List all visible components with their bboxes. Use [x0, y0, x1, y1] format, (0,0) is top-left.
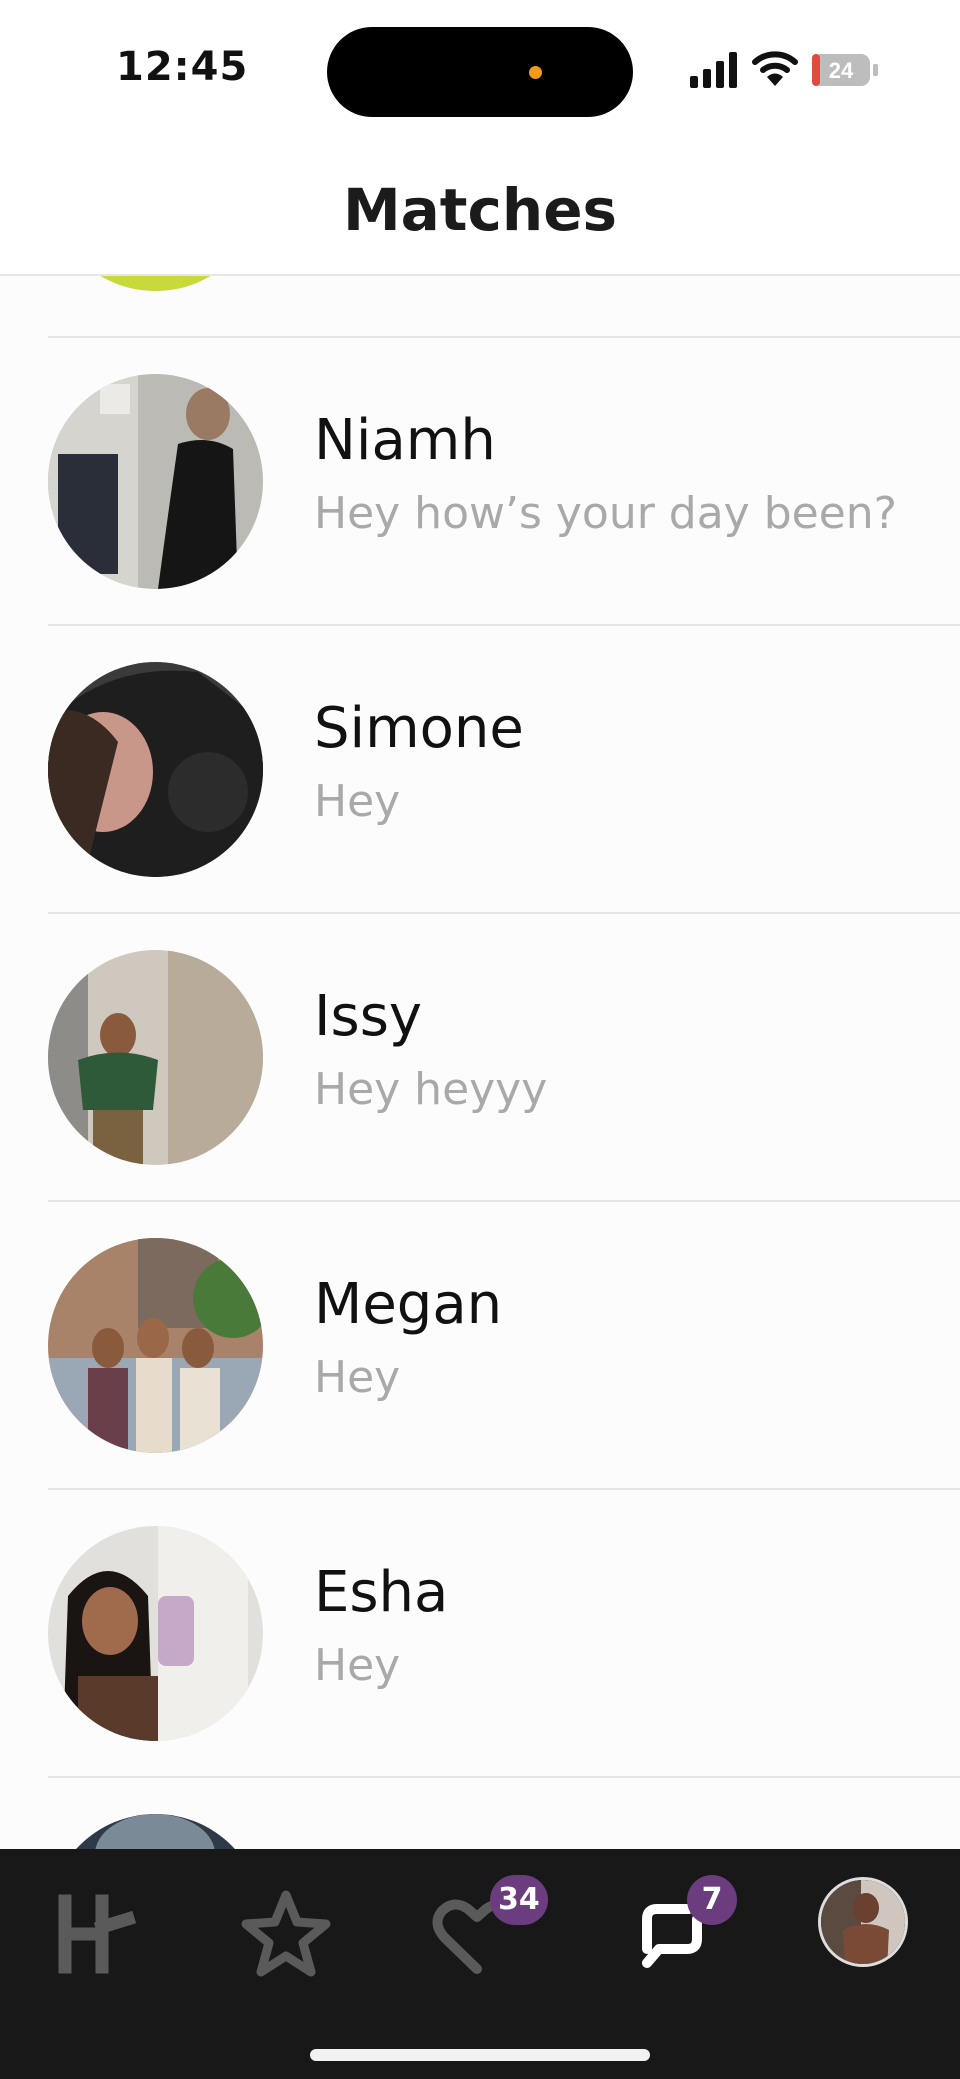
match-name: Niamh	[314, 408, 496, 473]
match-avatar[interactable]	[48, 662, 263, 877]
match-name: Megan	[314, 1272, 503, 1337]
match-last-message: Hey heyyy	[314, 1064, 548, 1115]
partial-match-avatar[interactable]	[48, 1814, 263, 1849]
page-title: Matches	[342, 176, 618, 244]
match-avatar[interactable]	[48, 1526, 263, 1741]
match-name: Simone	[314, 696, 524, 761]
match-row-niamh[interactable]: Niamh Hey how’s your day been?	[0, 338, 960, 626]
battery-level: 24	[829, 58, 854, 83]
match-name: Esha	[314, 1560, 449, 1625]
match-last-message: Hey	[314, 776, 401, 827]
star-icon	[241, 1890, 331, 1977]
likes-count-badge: 34	[490, 1875, 548, 1925]
wifi-icon	[752, 51, 798, 86]
match-name: Issy	[314, 984, 423, 1049]
tab-likes-you[interactable]: 34	[422, 1875, 548, 1989]
tab-discover[interactable]	[40, 1879, 150, 1989]
hinge-logo-icon	[58, 1894, 137, 1974]
bottom-tab-bar: 34 7	[0, 1849, 960, 2079]
match-avatar[interactable]	[48, 950, 263, 1165]
dynamic-island	[327, 27, 633, 117]
profile-avatar	[821, 1880, 905, 1964]
partial-match-avatar[interactable]	[48, 276, 263, 291]
tab-standouts[interactable]	[231, 1879, 341, 1989]
privacy-dot	[529, 66, 542, 79]
match-row-esha[interactable]: Esha Hey	[0, 1490, 960, 1778]
tab-matches[interactable]: 7	[617, 1875, 737, 1989]
match-last-message: Hey how’s your day been?	[314, 488, 898, 539]
cellular-signal-icon	[690, 52, 737, 88]
match-avatar[interactable]	[48, 374, 263, 589]
match-avatar[interactable]	[48, 1238, 263, 1453]
match-row-megan[interactable]: Megan Hey	[0, 1202, 960, 1490]
home-indicator[interactable]	[310, 2049, 650, 2061]
row-divider	[48, 1776, 960, 1778]
matches-header: Matches	[0, 140, 960, 276]
battery-indicator: 24	[812, 54, 878, 86]
tab-profile[interactable]	[818, 1877, 908, 1967]
match-last-message: Hey	[314, 1640, 401, 1691]
status-bar: 12:45 24	[0, 0, 960, 140]
status-time: 12:45	[116, 44, 249, 90]
match-last-message: Hey	[314, 1352, 401, 1403]
match-row-simone[interactable]: Simone Hey	[0, 626, 960, 914]
match-row-issy[interactable]: Issy Hey heyyy	[0, 914, 960, 1202]
messages-count-badge: 7	[687, 1875, 737, 1925]
matches-list[interactable]: Niamh Hey how’s your day been? Simone He…	[0, 276, 960, 1849]
